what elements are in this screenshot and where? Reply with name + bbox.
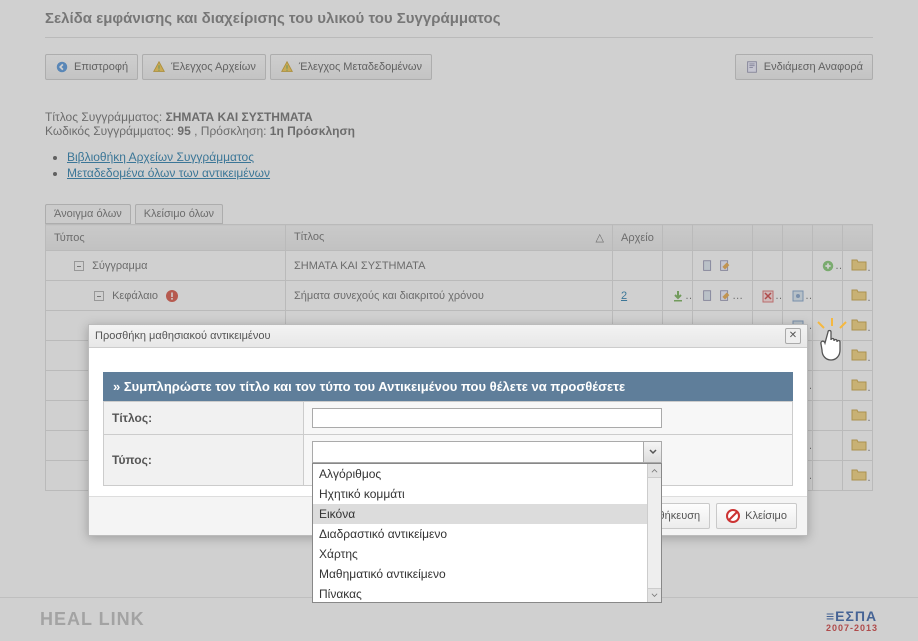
cancel-icon bbox=[726, 509, 740, 523]
field-type-cell: ! Αλγόριθμος Ηχητικό κομμάτι Εικόνα Διαδ… bbox=[304, 435, 793, 486]
type-select-wrap: ! Αλγόριθμος Ηχητικό κομμάτι Εικόνα Διαδ… bbox=[312, 441, 662, 479]
field-type-label: Τύπος: bbox=[104, 435, 304, 486]
type-option[interactable]: Διαδραστικό αντικείμενο bbox=[313, 524, 647, 544]
field-title-cell bbox=[304, 402, 793, 435]
dialog-section-header: » Συμπληρώστε τον τίτλο και τον τύπο του… bbox=[103, 372, 793, 401]
type-option[interactable]: Χάρτης bbox=[313, 544, 647, 564]
chevron-down-icon bbox=[643, 442, 661, 462]
dropdown-scrollbar[interactable] bbox=[647, 464, 661, 602]
type-option[interactable]: Εικόνα bbox=[313, 504, 647, 524]
type-options-list: Αλγόριθμος Ηχητικό κομμάτι Εικόνα Διαδρα… bbox=[313, 464, 647, 602]
type-option[interactable]: Αλγόριθμος bbox=[313, 464, 647, 484]
type-option[interactable]: Μαθηματικό αντικείμενο bbox=[313, 564, 647, 584]
scroll-up-icon[interactable] bbox=[648, 464, 661, 478]
scroll-down-icon[interactable] bbox=[648, 588, 661, 602]
type-option[interactable]: Ηχητικό κομμάτι bbox=[313, 484, 647, 504]
close-icon: ✕ bbox=[789, 330, 797, 341]
dialog-body: » Συμπληρώστε τον τίτλο και τον τύπο του… bbox=[89, 348, 807, 496]
type-dropdown: Αλγόριθμος Ηχητικό κομμάτι Εικόνα Διαδρα… bbox=[312, 463, 662, 603]
type-select-value bbox=[313, 442, 643, 462]
close-button[interactable]: Κλείσιμο bbox=[716, 503, 797, 529]
dialog-title: Προσθήκη μαθησιακού αντικειμένου bbox=[95, 330, 270, 342]
type-select[interactable] bbox=[312, 441, 662, 463]
dialog-form: Τίτλος: Τύπος: ! bbox=[103, 401, 793, 486]
type-option[interactable]: Πίνακας bbox=[313, 584, 647, 602]
title-input[interactable] bbox=[312, 408, 662, 428]
dialog-close-button[interactable]: ✕ bbox=[785, 328, 801, 344]
field-title-label: Τίτλος: bbox=[104, 402, 304, 435]
close-button-label: Κλείσιμο bbox=[745, 510, 787, 522]
add-object-dialog: Προσθήκη μαθησιακού αντικειμένου ✕ » Συμ… bbox=[88, 324, 808, 536]
dialog-titlebar: Προσθήκη μαθησιακού αντικειμένου ✕ bbox=[89, 325, 807, 348]
